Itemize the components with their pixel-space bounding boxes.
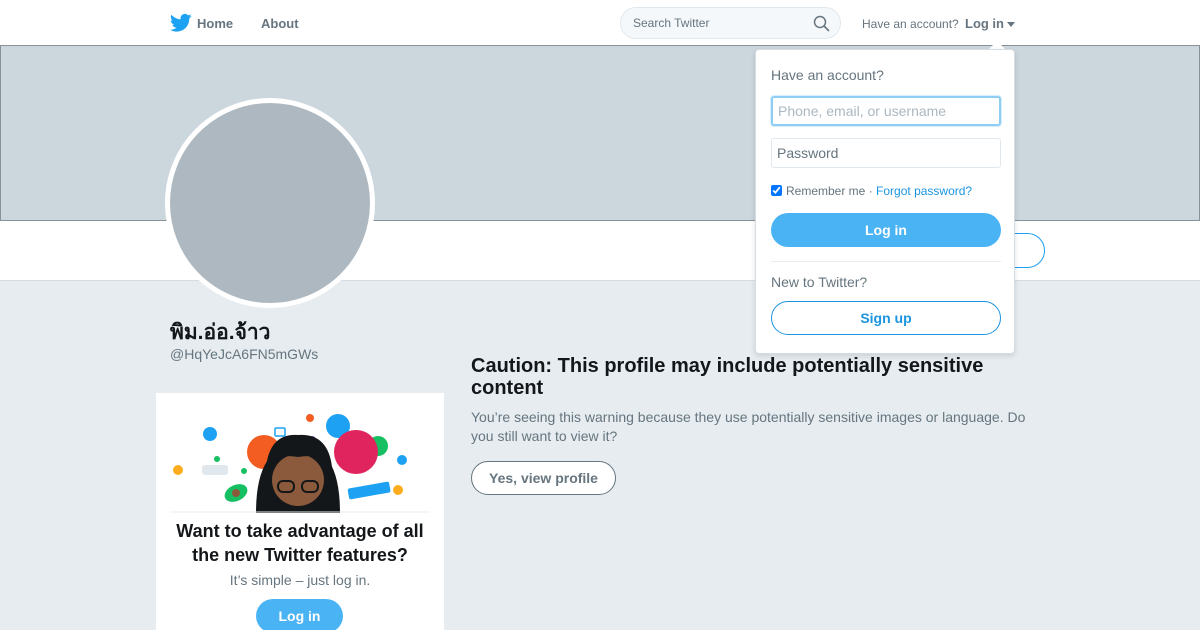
remember-row: Remember me · Forgot password?	[771, 184, 972, 198]
promo-subtitle: It’s simple – just log in.	[229, 572, 371, 588]
promo-title: Want to take advantage of all the new Tw…	[176, 521, 424, 565]
forgot-password-link[interactable]: Forgot password?	[876, 184, 972, 198]
twitter-bird-icon[interactable]	[170, 13, 192, 33]
caution-description: You’re seeing this warning because they …	[471, 409, 1026, 444]
search-input[interactable]	[633, 16, 803, 30]
search-icon[interactable]	[813, 15, 830, 32]
nav-about-link[interactable]: About	[261, 16, 299, 31]
promo-login-button[interactable]: Log in	[256, 599, 343, 630]
username-field[interactable]	[771, 96, 1001, 126]
remember-me-label[interactable]: Remember me	[786, 184, 865, 198]
login-dropdown-toggle[interactable]: Log in	[965, 16, 1015, 31]
password-field[interactable]	[771, 138, 1001, 168]
login-dropdown: Have an account? Remember me · Forgot pa…	[755, 49, 1015, 354]
caret-down-icon	[1007, 22, 1015, 28]
search-box[interactable]	[620, 7, 841, 39]
remember-me-checkbox[interactable]	[771, 185, 782, 196]
new-to-twitter-text: New to Twitter?	[771, 274, 868, 290]
avatar[interactable]	[165, 98, 375, 308]
promo-illustration	[170, 414, 430, 513]
nav-home-link[interactable]: Home	[197, 16, 233, 31]
login-toggle-label: Log in	[965, 16, 1004, 31]
view-profile-button[interactable]: Yes, view profile	[471, 461, 616, 495]
dropdown-heading: Have an account?	[771, 67, 884, 83]
profile-display-name: พิม.อ่อ.จ้าว	[170, 321, 271, 344]
login-promo-card: Want to take advantage of all the new Tw…	[156, 393, 444, 630]
dropdown-divider	[771, 261, 1001, 262]
separator-dot: ·	[868, 184, 873, 198]
profile-handle: @HqYeJcA6FN5mGWs	[170, 346, 319, 362]
caution-title: Caution: This profile may include potent…	[471, 355, 984, 399]
signup-button[interactable]: Sign up	[771, 301, 1001, 335]
dropdown-login-button[interactable]: Log in	[771, 213, 1001, 247]
top-navigation-bar: Home About Have an account? Log in	[0, 0, 1200, 46]
have-account-text: Have an account?	[862, 17, 959, 31]
